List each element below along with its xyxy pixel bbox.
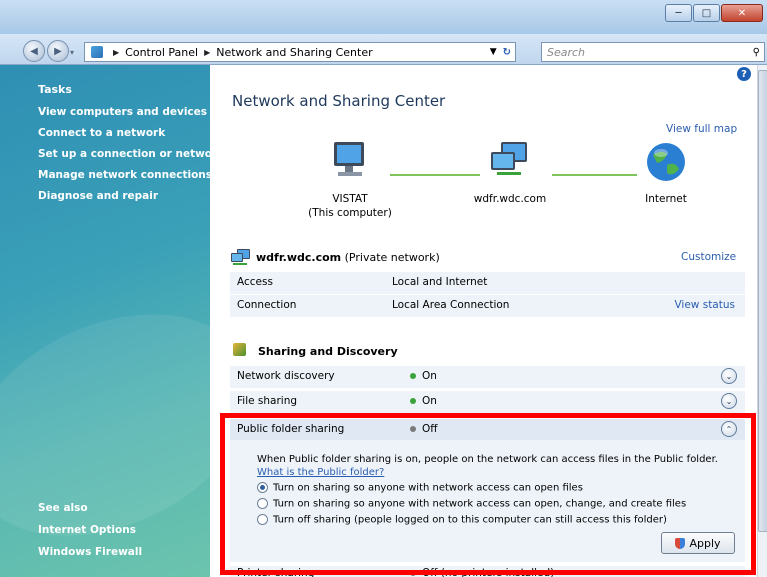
page-title: Network and Sharing Center — [232, 92, 446, 110]
sidebar-item-setup-connection[interactable]: Set up a connection or network — [38, 148, 210, 160]
forward-button[interactable]: ▶ — [47, 40, 69, 62]
address-bar[interactable]: ▶ Control Panel ▶ Network and Sharing Ce… — [84, 42, 516, 62]
detail-row-connection: Connection Local Area Connection View st… — [230, 295, 745, 318]
detail-label: Connection — [237, 299, 297, 311]
search-icon[interactable]: ⚲ — [753, 47, 760, 58]
minimize-button[interactable]: ─ — [665, 4, 692, 22]
breadcrumb-control-panel[interactable]: Control Panel — [125, 46, 198, 59]
sharing-label: File sharing — [237, 395, 298, 407]
sidebar-item-windows-firewall[interactable]: Windows Firewall — [38, 546, 142, 558]
sidebar-item-connect-network[interactable]: Connect to a network — [38, 127, 165, 139]
sharing-row-network-discovery[interactable]: Network discovery On ⌄ — [230, 366, 745, 389]
title-bar: ─ □ ✕ — [0, 0, 767, 34]
computer-name: VISTAT — [332, 193, 368, 205]
sharing-status: On — [422, 370, 437, 382]
control-panel-icon — [91, 46, 103, 58]
breadcrumb-separator-icon: ▶ — [204, 47, 211, 57]
address-dropdown-icon[interactable]: ▼ — [490, 47, 497, 57]
detail-row-access: Access Local and Internet — [230, 272, 745, 295]
customize-link[interactable]: Customize — [681, 251, 736, 263]
expand-chevron-icon[interactable]: ⌄ — [721, 393, 737, 409]
sidebar-item-manage-connections[interactable]: Manage network connections — [38, 169, 210, 181]
refresh-icon[interactable]: ↻ — [503, 47, 511, 58]
detail-label: Access — [237, 276, 273, 288]
sidebar-item-internet-options[interactable]: Internet Options — [38, 524, 136, 536]
search-box[interactable]: Search ⚲ — [541, 42, 765, 62]
internet-globe-icon — [647, 143, 685, 181]
maximize-button[interactable]: □ — [693, 4, 720, 22]
network-icon — [491, 142, 527, 175]
network-name: wdfr.wdc.com — [473, 193, 547, 205]
sharing-heading: Sharing and Discovery — [258, 345, 398, 358]
breadcrumb-network-center[interactable]: Network and Sharing Center — [216, 46, 372, 59]
sharing-status: On — [422, 395, 437, 407]
forward-arrow-icon: ▶ — [54, 45, 62, 57]
network-header: wdfr.wdc.com (Private network) — [256, 251, 440, 264]
detail-value: Local and Internet — [392, 276, 488, 288]
view-full-map-link[interactable]: View full map — [666, 123, 737, 135]
window: ─ □ ✕ ◀ ▶ ▾ ▶ Control Panel ▶ Network an… — [0, 0, 767, 577]
status-dot-icon — [410, 398, 416, 404]
network-small-icon — [231, 249, 250, 265]
sharing-label: Network discovery — [237, 370, 335, 382]
sharing-icon — [233, 343, 246, 356]
highlight-box — [220, 413, 756, 575]
address-row: ◀ ▶ ▾ ▶ Control Panel ▶ Network and Shar… — [0, 34, 767, 65]
back-button[interactable]: ◀ — [23, 40, 45, 62]
network-header-type: (Private network) — [341, 251, 440, 264]
expand-chevron-icon[interactable]: ⌄ — [721, 368, 737, 384]
see-also-heading: See also — [38, 502, 88, 514]
connection-line — [390, 174, 480, 176]
close-button[interactable]: ✕ — [721, 4, 763, 22]
search-input[interactable]: Search — [547, 46, 753, 59]
network-header-name: wdfr.wdc.com — [256, 251, 342, 264]
connection-line — [552, 174, 637, 176]
sidebar-item-diagnose[interactable]: Diagnose and repair — [38, 190, 158, 202]
computer-subtitle: (This computer) — [308, 207, 392, 219]
status-dot-icon — [410, 373, 416, 379]
breadcrumb-separator-icon: ▶ — [113, 47, 120, 57]
recent-pages-icon[interactable]: ▾ — [70, 48, 78, 57]
computer-icon — [334, 142, 364, 176]
sidebar: Tasks View computers and devices Connect… — [0, 65, 210, 577]
sharing-row-file-sharing[interactable]: File sharing On ⌄ — [230, 391, 745, 414]
internet-label: Internet — [645, 193, 687, 205]
tasks-heading: Tasks — [38, 83, 72, 96]
back-arrow-icon: ◀ — [30, 45, 38, 57]
sidebar-item-view-computers[interactable]: View computers and devices — [38, 106, 207, 118]
view-status-link[interactable]: View status — [674, 299, 735, 311]
detail-value: Local Area Connection — [392, 299, 510, 311]
scrollbar-thumb[interactable] — [758, 70, 767, 532]
help-icon[interactable]: ? — [737, 67, 751, 81]
